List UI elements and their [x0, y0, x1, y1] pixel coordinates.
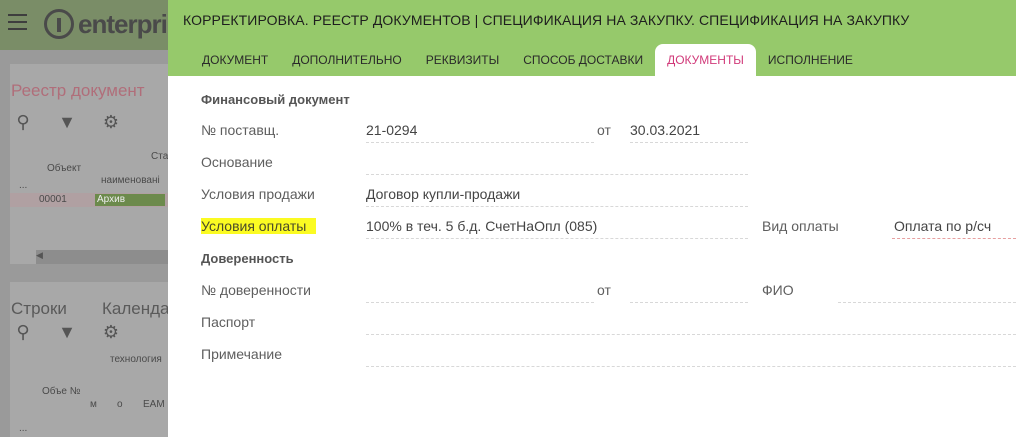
filter-icon[interactable]: ▼: [56, 112, 78, 133]
financial-document-section: Финансовый документ: [201, 92, 350, 107]
column-header-name: наименовані: [101, 175, 160, 186]
search-icon[interactable]: ⚲: [12, 322, 34, 343]
tab-rows[interactable]: Строки: [11, 299, 67, 319]
filter-icon[interactable]: ▼: [56, 322, 78, 343]
logo-text: enterpri: [78, 8, 168, 39]
proxy-section: Доверенность: [201, 251, 294, 266]
proxy-date-from-label: от: [597, 282, 611, 298]
fio-label: ФИО: [762, 282, 794, 298]
tab-delivery-method[interactable]: СПОСОБ ДОСТАВКИ: [511, 44, 655, 76]
edit-dialog: КОРРЕКТИРОВКА. РЕЕСТР ДОКУМЕНТОВ | СПЕЦИ…: [168, 0, 1016, 437]
note-field[interactable]: [366, 342, 1016, 367]
status-badge: Архив: [95, 194, 165, 206]
gear-icon[interactable]: ⚙: [100, 112, 122, 133]
tab-calendar[interactable]: Календа: [102, 299, 170, 319]
fio-field[interactable]: [838, 278, 1016, 303]
row-menu-ellipsis[interactable]: ...: [19, 180, 27, 191]
supplier-number-label: № поставщ.: [201, 122, 280, 138]
column-header-m: м: [90, 399, 97, 410]
sale-terms-field[interactable]: Договор купли-продажи: [366, 182, 748, 207]
tab-additional[interactable]: ДОПОЛНИТЕЛЬНО: [280, 44, 414, 76]
payment-type-label: Вид оплаты: [762, 218, 839, 234]
proxy-date-field[interactable]: [630, 278, 748, 303]
horizontal-scrollbar[interactable]: [36, 250, 168, 264]
documents-tab-content: Финансовый документ № поставщ. 21-0294 о…: [168, 76, 1016, 437]
payment-terms-field[interactable]: 100% в теч. 5 б.д. СчетНаОпл (085): [366, 214, 748, 239]
basis-label: Основание: [201, 154, 273, 170]
column-header-technology: технология: [110, 354, 162, 365]
column-header-o: о: [117, 399, 123, 410]
dialog-tabs: ДОКУМЕНТ ДОПОЛНИТЕЛЬНО РЕКВИЗИТЫ СПОСОБ …: [190, 44, 865, 76]
passport-field[interactable]: [366, 310, 1016, 335]
rows-toolbar: ⚲ ▼ ⚙: [12, 322, 122, 343]
payment-type-field[interactable]: Оплата по р/сч: [892, 214, 1016, 239]
search-icon[interactable]: ⚲: [12, 112, 34, 133]
gear-icon[interactable]: ⚙: [100, 322, 122, 343]
row-menu-ellipsis[interactable]: ...: [19, 423, 27, 434]
app-logo: enterpri: [44, 8, 168, 40]
proxy-number-field[interactable]: [366, 278, 594, 303]
sale-terms-label: Условия продажи: [201, 186, 315, 202]
column-header-object: Объе №: [42, 386, 81, 397]
row-id: 00001: [39, 194, 67, 205]
dialog-title: КОРРЕКТИРОВКА. РЕЕСТР ДОКУМЕНТОВ | СПЕЦИ…: [183, 12, 910, 28]
column-header-eam: EAM: [143, 399, 165, 410]
column-header-status: Ста: [151, 151, 169, 162]
supplier-number-field[interactable]: 21-0294: [366, 118, 594, 143]
hamburger-menu-icon[interactable]: [8, 14, 27, 30]
note-label: Примечание: [201, 346, 283, 362]
dialog-header: КОРРЕКТИРОВКА. РЕЕСТР ДОКУМЕНТОВ | СПЕЦИ…: [168, 0, 1016, 76]
passport-label: Паспорт: [201, 314, 256, 330]
tab-documents[interactable]: ДОКУМЕНТЫ: [655, 44, 756, 76]
scroll-left-icon[interactable]: ◀: [36, 250, 43, 261]
tab-execution[interactable]: ИСПОЛНЕНИЕ: [756, 44, 865, 76]
registry-toolbar: ⚲ ▼ ⚙: [12, 112, 122, 133]
payment-terms-label: Условия оплаты: [201, 218, 317, 234]
basis-field[interactable]: [366, 150, 748, 175]
column-header-object: Объект: [47, 163, 82, 174]
tab-document[interactable]: ДОКУМЕНТ: [190, 44, 280, 76]
tab-requisites[interactable]: РЕКВИЗИТЫ: [414, 44, 511, 76]
logo-mark-icon: [44, 9, 74, 39]
registry-panel-title: Реестр документ: [11, 81, 145, 100]
proxy-number-label: № доверенности: [201, 282, 311, 298]
supplier-date-field[interactable]: 30.03.2021: [630, 118, 748, 143]
supplier-date-from-label: от: [597, 122, 611, 138]
